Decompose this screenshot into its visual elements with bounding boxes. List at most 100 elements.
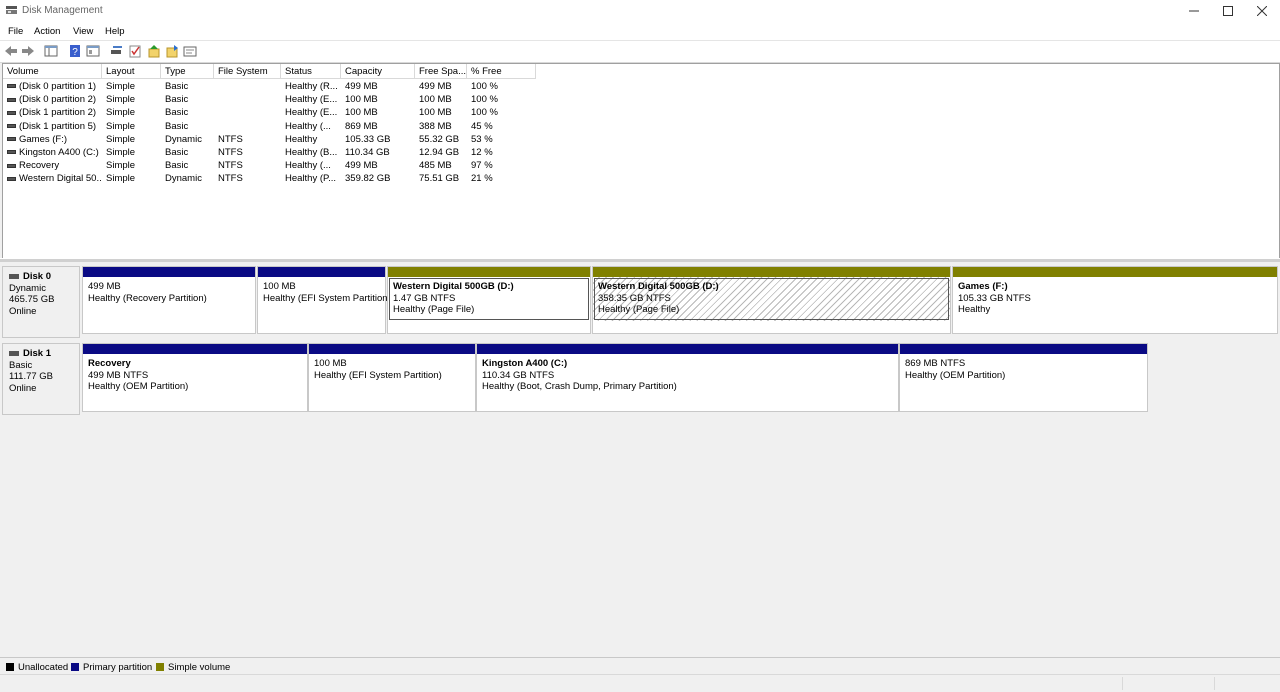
volume-cell-percent-free: 12 %: [471, 147, 493, 158]
column-header-status[interactable]: Status: [281, 64, 341, 79]
export-icon[interactable]: [165, 44, 179, 58]
volume-name-cell: Western Digital 50...: [7, 172, 101, 185]
menu-file[interactable]: File: [8, 26, 23, 37]
menu-help[interactable]: Help: [105, 26, 125, 37]
volume-cell-capacity: 100 MB: [345, 107, 378, 119]
volume-icon: [7, 97, 16, 102]
back-icon[interactable]: [4, 44, 18, 58]
check-icon[interactable]: [128, 44, 142, 58]
column-header-volume[interactable]: Volume: [3, 64, 102, 79]
volume-icon: [7, 150, 16, 155]
legend-swatch-icon: [156, 663, 164, 671]
volume-cell-type: Basic: [165, 147, 189, 158]
volume-cell-file-system: NTFS: [218, 133, 243, 145]
show-hide-console-tree-icon[interactable]: [44, 44, 58, 58]
volume-cell-percent-free: 100 %: [471, 94, 498, 106]
disk-1-partition-oem[interactable]: 869 MB NTFS Healthy (OEM Partition): [899, 343, 1148, 412]
settings-icon[interactable]: [183, 44, 197, 58]
legend: Unallocated Primary partition Simple vol…: [0, 657, 1280, 675]
volume-cell-percent-free: 21 %: [471, 173, 493, 185]
close-button[interactable]: [1245, 0, 1279, 22]
maximize-button[interactable]: [1211, 0, 1245, 22]
disk-size: 465.75 GB: [9, 294, 55, 305]
partition-status: Healthy (EFI System Partition): [314, 369, 442, 381]
partition-type-bar: [83, 344, 307, 354]
menu-view[interactable]: View: [73, 26, 93, 37]
disk-0-partition-1[interactable]: 499 MB Healthy (Recovery Partition): [82, 266, 256, 334]
maximize-icon: [1223, 6, 1233, 16]
help-icon[interactable]: ?: [68, 44, 82, 58]
connect-icon[interactable]: [110, 44, 124, 58]
partition-type-bar: [900, 344, 1147, 354]
disk-0-partition-d-part-2[interactable]: Western Digital 500GB (D:) 358.35 GB NTF…: [592, 266, 951, 334]
volume-cell-free-spa-: 12.94 GB: [419, 147, 460, 158]
volume-name: Western Digital 50...: [19, 173, 101, 185]
volume-row-recovery[interactable]: Recovery Simple Basic NTFS Healthy (... 499 M…: [3, 159, 1279, 172]
volume-cell-percent-free: 53 %: [471, 133, 493, 145]
volume-cell-percent-free: 45 %: [471, 120, 493, 132]
column-header-type[interactable]: Type: [161, 64, 214, 79]
menu-bar: File Action View Help: [0, 22, 1280, 40]
legend-label: Unallocated: [18, 662, 69, 673]
volume-name-cell: (Disk 1 partition 5): [7, 120, 101, 133]
volume-cell-free-spa-: 55.32 GB: [419, 133, 460, 145]
volume-name: (Disk 1 partition 5): [19, 120, 97, 132]
volume-name: (Disk 1 partition 2): [19, 107, 97, 119]
disk-0-partition-d-part-1[interactable]: Western Digital 500GB (D:) 1.47 GB NTFS …: [387, 266, 591, 334]
partition-type-bar: [953, 267, 1277, 277]
volume-cell-status: Healthy (R...: [285, 81, 338, 92]
forward-icon[interactable]: [21, 44, 35, 58]
volume-cell-status: Healthy: [285, 133, 318, 145]
partition-type-bar: [83, 267, 255, 277]
title-bar: Disk Management: [0, 0, 1280, 22]
partition-status: Healthy (Page File): [393, 304, 475, 315]
volume-row-disk-1-partition-2[interactable]: (Disk 1 partition 2) Simple Basic Healthy (…: [3, 106, 1279, 119]
volume-row-disk-0-partition-2[interactable]: (Disk 0 partition 2) Simple Basic Healthy (…: [3, 93, 1279, 106]
volume-icon: [7, 124, 16, 129]
disk-1-partition-efi[interactable]: 100 MB Healthy (EFI System Partition): [308, 343, 476, 412]
disk-graphical-view: Disk 0 Dynamic 465.75 GB Online 499 MB H…: [0, 262, 1280, 657]
volume-icon: [7, 176, 16, 181]
volume-cell-status: Healthy (E...: [285, 94, 338, 106]
volume-row-disk-0-partition-1[interactable]: (Disk 0 partition 1) Simple Basic Healthy (…: [3, 80, 1279, 93]
partition-size: 100 MB: [263, 281, 296, 292]
column-header-free-space[interactable]: Free Spa...: [415, 64, 467, 79]
disk-1-partition-kingston[interactable]: Kingston A400 (C:) 110.34 GB NTFS Health…: [476, 343, 899, 412]
volume-icon: [7, 84, 16, 89]
properties-icon[interactable]: [86, 44, 100, 58]
volume-name-cell: (Disk 1 partition 2): [7, 106, 101, 119]
disk-1-label[interactable]: Disk 1 Basic 111.77 GB Online: [2, 343, 80, 415]
column-header-file-system[interactable]: File System: [214, 64, 281, 79]
partition-status: Healthy (Boot, Crash Dump, Primary Parti…: [482, 381, 677, 392]
minimize-button[interactable]: [1177, 0, 1211, 22]
disk-0-partition-2[interactable]: 100 MB Healthy (EFI System Partition: [257, 266, 388, 334]
disk-0-label[interactable]: Disk 0 Dynamic 465.75 GB Online: [2, 266, 80, 338]
column-header-capacity[interactable]: Capacity: [341, 64, 415, 79]
volume-row-western-digital-d[interactable]: Western Digital 50... Simple Dynamic NTFS He…: [3, 172, 1279, 185]
volume-row-games-f[interactable]: Games (F:) Simple Dynamic NTFS Healthy 105.33…: [3, 133, 1279, 146]
minimize-icon: [1189, 10, 1199, 12]
disk-status: Online: [9, 382, 37, 394]
volume-row-disk-1-partition-5[interactable]: (Disk 1 partition 5) Simple Basic Healthy (…: [3, 120, 1279, 133]
volume-list[interactable]: Volume Layout Type File System Status Ca…: [2, 63, 1280, 259]
disk-1-partition-recovery[interactable]: Recovery 499 MB NTFS Healthy (OEM Partit…: [82, 343, 308, 412]
volume-cell-file-system: NTFS: [218, 147, 243, 158]
volume-cell-type: Basic: [165, 107, 189, 119]
volume-cell-status: Healthy (...: [285, 160, 331, 172]
volume-cell-file-system: NTFS: [218, 160, 243, 172]
volume-name-cell: Kingston A400 (C:): [7, 146, 101, 159]
volume-name-cell: Recovery: [7, 159, 101, 172]
menu-action[interactable]: Action: [34, 26, 60, 37]
volume-cell-layout: Simple: [106, 173, 136, 185]
volume-name: Kingston A400 (C:): [19, 147, 99, 158]
volume-icon: [7, 163, 16, 168]
volume-icon: [7, 137, 16, 142]
column-header-percent-free[interactable]: % Free: [467, 64, 536, 79]
up-icon[interactable]: [147, 44, 161, 58]
disk-0-partition-games[interactable]: Games (F:) 105.33 GB NTFS Healthy: [952, 266, 1278, 334]
partition-size: 100 MB: [314, 358, 347, 369]
volume-row-kingston-a400-c[interactable]: Kingston A400 (C:) Simple Basic NTFS Healthy…: [3, 146, 1279, 159]
column-header-layout[interactable]: Layout: [102, 64, 161, 79]
partition-size: 499 MB: [88, 281, 121, 292]
volume-icon: [7, 110, 16, 115]
